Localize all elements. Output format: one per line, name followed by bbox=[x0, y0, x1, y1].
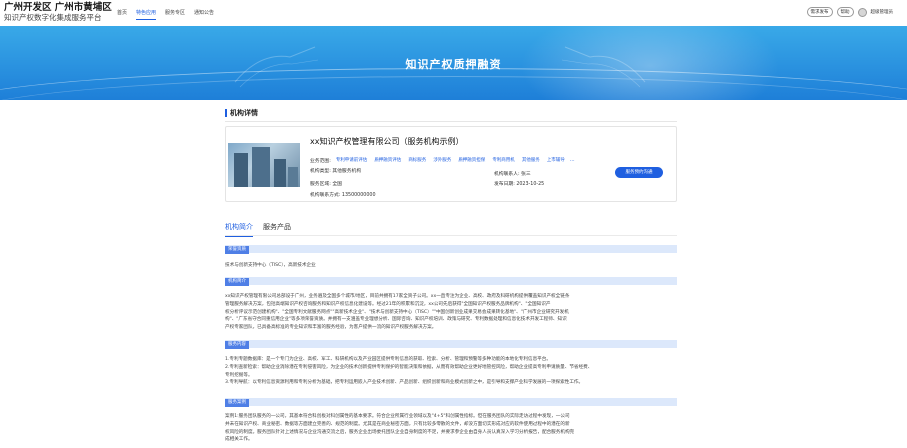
section-divider bbox=[225, 121, 677, 122]
help-button[interactable]: 帮助 bbox=[836, 7, 854, 17]
text-line: 2.专利查新检索：帮助企业消除潜在专利侵害风险，为企业的技术创新提供专利保护的智… bbox=[225, 364, 593, 370]
block-title: 服务内容 bbox=[225, 341, 249, 349]
banner-title: 知识产权质押融资 bbox=[405, 58, 502, 71]
section-accent-bar bbox=[225, 109, 227, 117]
nav-featured-apps[interactable]: 特色应用 bbox=[136, 9, 157, 20]
scope-tag[interactable]: 其他服务 bbox=[520, 156, 542, 164]
site-logo[interactable]: 广州开发区 广州市黄埔区 知识产权数字化集成服务平台 bbox=[4, 2, 112, 23]
top-header: 广州开发区 广州市黄埔区 知识产权数字化集成服务平台 首页 特色应用 服务专区 … bbox=[0, 0, 907, 26]
section-title: 机构详情 bbox=[230, 109, 258, 117]
text-line: 成相关工作。 bbox=[225, 437, 253, 443]
site-subtitle: 知识产权数字化集成服务平台 bbox=[4, 13, 102, 22]
text-line: 权风险的制度。服务团队针对上述情况与企业沟通交流之后，服务企业出场委托团队企业自… bbox=[225, 429, 575, 435]
text-line: 案例1:服务团队服务的一公司，其基本符合科创板对科创属性的基本要求。符合企业所属… bbox=[225, 414, 570, 419]
appointment-button[interactable]: 服务预约沟通 bbox=[615, 167, 663, 178]
text-line: 专利挖掘等。 bbox=[225, 372, 253, 378]
scope-tag[interactable]: 质押融资评估 bbox=[372, 156, 403, 164]
user-name[interactable]: 超级管理员 bbox=[871, 9, 894, 15]
org-type: 机构类型: 其他服务机构 bbox=[310, 169, 362, 174]
org-name: xx知识产权管理有限公司（服务机构示例） bbox=[310, 137, 464, 146]
text-line: 管理服务解决方案，包括高端知识产权咨询服务和知识产权信息化建设等。经过21年的积… bbox=[225, 301, 551, 307]
text-line: 1.专利专题数据库：是一个专门为企业、高校、军工、科研机构以及产业园区提供专利信… bbox=[225, 357, 551, 362]
building-shape bbox=[234, 153, 248, 187]
page-banner: 知识产权质押融资 bbox=[0, 26, 907, 100]
scope-tag[interactable]: 涉外服务 bbox=[431, 156, 453, 164]
text-line: 构"、"广东省守合同重信用企业"等多项荣誉资质。并拥有一支涵盖专业理想分析、国际… bbox=[225, 317, 567, 323]
business-scope-label: 业务范围: bbox=[310, 158, 331, 164]
nav-notices[interactable]: 通知公告 bbox=[194, 9, 214, 20]
building-shape bbox=[252, 147, 270, 187]
text-line: xx知识产权管理有限公司总部设于广州，业务遍及全国多个城市/地区，目前共拥有17… bbox=[225, 294, 570, 299]
scope-tag[interactable]: 专利商用机 bbox=[490, 156, 517, 164]
more-tags-ellipsis[interactable]: ... bbox=[570, 157, 575, 163]
text-line: 产权专家团队，已具备高标准的专业知识和丰富的服务经验，为客户提供一流的知识产权服… bbox=[225, 325, 437, 331]
building-shape bbox=[288, 167, 298, 187]
block-title: 机构简介 bbox=[225, 278, 249, 286]
nav-home[interactable]: 首页 bbox=[117, 9, 127, 20]
block-header-honors: 荣誉资质 bbox=[225, 245, 677, 254]
nav-service-zone[interactable]: 服务专区 bbox=[165, 9, 185, 20]
business-scope-tags: 业务范围: 专利申请前评估 质押融资评估 商标服务 涉外服务 质押融资担保 专利… bbox=[310, 156, 672, 164]
block-title: 服务案例 bbox=[225, 399, 249, 407]
service-area: 服务区域: 全国 bbox=[310, 182, 342, 187]
org-contact: 机构联系人: 张三 bbox=[494, 172, 531, 177]
avatar[interactable] bbox=[857, 7, 867, 17]
block-text-cases: 案例1:服务团队服务的一公司，其基本符合科创板对科创属性的基本要求。符合企业所属… bbox=[225, 413, 677, 444]
main-nav: 首页 特色应用 服务专区 通知公告 bbox=[117, 9, 214, 20]
block-title: 荣誉资质 bbox=[225, 246, 249, 254]
block-text-services: 1.专利专题数据库：是一个专门为企业、高校、军工、科研机构以及产业园区提供专利信… bbox=[225, 356, 677, 387]
publish-date: 发布日期: 2023-10-25 bbox=[494, 182, 545, 187]
building-shape bbox=[274, 159, 286, 187]
text-line: 并未在知识产权、商业秘密、数据等方面建立完善的、规范的制度。尤其是在商业秘密方面… bbox=[225, 421, 570, 427]
scope-tag[interactable]: 商标服务 bbox=[406, 156, 428, 164]
text-line: 3.专利导航：以专利信息资源利用和专利分析为基础，把专利运用嵌入产业技术创新、产… bbox=[225, 380, 584, 386]
block-text-honors: 技术与创新支持中心（TISC），高新技术企业 bbox=[225, 262, 677, 270]
block-header-cases: 服务案例 bbox=[225, 398, 677, 407]
tabs-divider bbox=[225, 235, 677, 236]
demand-publish-button[interactable]: 需求发布 bbox=[806, 7, 833, 17]
text-line: 权分析评议示范创建机构"、"全国专利文献服务网点""高新技术企业"、"技术与创新… bbox=[225, 309, 569, 315]
org-building-image bbox=[228, 143, 300, 187]
scope-tag[interactable]: 质押融资担保 bbox=[456, 156, 487, 164]
block-header-intro: 机构简介 bbox=[225, 277, 677, 286]
scope-tag[interactable]: 上市辅导 bbox=[545, 156, 567, 164]
text-line: 技术与创新支持中心（TISC），高新技术企业 bbox=[225, 263, 316, 268]
block-text-intro: xx知识产权管理有限公司总部设于广州，业务遍及全国多个城市/地区，目前共拥有17… bbox=[225, 293, 677, 332]
header-actions: 需求发布 帮助 超级管理员 bbox=[806, 7, 894, 17]
org-card: xx知识产权管理有限公司（服务机构示例） 业务范围: 专利申请前评估 质押融资评… bbox=[225, 126, 677, 202]
section-heading: 机构详情 bbox=[225, 108, 258, 118]
block-header-services: 服务内容 bbox=[225, 340, 677, 349]
org-phone: 机构联系方式: 13500000000 bbox=[310, 193, 376, 198]
site-title: 广州开发区 广州市黄埔区 bbox=[4, 2, 112, 13]
scope-tag[interactable]: 专利申请前评估 bbox=[334, 156, 370, 164]
